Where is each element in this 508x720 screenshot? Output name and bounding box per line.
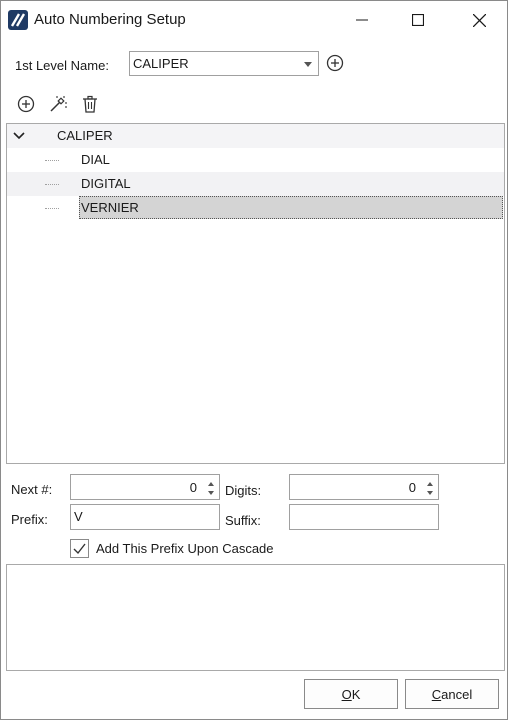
delete-node-button[interactable] xyxy=(80,94,100,114)
spin-up-icon[interactable] xyxy=(427,482,433,486)
maximize-button[interactable] xyxy=(395,1,441,39)
tree-node-caliper[interactable]: CALIPER xyxy=(7,124,504,148)
plus-circle-icon xyxy=(326,54,344,72)
level-name-value: CALIPER xyxy=(133,56,189,71)
next-number-spinner[interactable]: 0 xyxy=(70,474,220,500)
cancel-mnemonic: C xyxy=(431,686,442,702)
tree-node-label: DIAL xyxy=(81,152,110,167)
tree-connector xyxy=(45,208,59,209)
selection-highlight xyxy=(79,196,503,219)
spin-down-icon[interactable] xyxy=(208,491,214,495)
spin-up-icon[interactable] xyxy=(208,482,214,486)
tree-node-dial[interactable]: DIAL xyxy=(7,148,504,172)
cancel-button[interactable]: Cancel xyxy=(405,679,499,709)
tree-connector xyxy=(45,184,59,185)
cancel-label: ancel xyxy=(441,686,473,702)
digits-label: Digits: xyxy=(225,483,262,498)
tree-node-vernier[interactable]: VERNIER xyxy=(7,196,504,220)
title-bar: Auto Numbering Setup xyxy=(1,1,507,39)
cascade-prefix-checkbox[interactable] xyxy=(70,539,89,558)
next-number-label: Next #: xyxy=(11,482,53,497)
next-number-value: 0 xyxy=(189,480,197,495)
prefix-label: Prefix: xyxy=(11,512,48,527)
cascade-prefix-label[interactable]: Add This Prefix Upon Cascade xyxy=(96,541,274,556)
notes-area[interactable] xyxy=(6,564,505,671)
chevron-down-icon xyxy=(304,62,312,67)
level-name-label: 1st Level Name: xyxy=(15,58,109,73)
tree-node-label: CALIPER xyxy=(57,128,113,143)
digits-spinner[interactable]: 0 xyxy=(289,474,439,500)
trash-icon xyxy=(83,95,97,113)
tree-node-digital[interactable]: DIGITAL xyxy=(7,172,504,196)
add-level-button[interactable] xyxy=(325,53,345,73)
close-icon xyxy=(472,13,486,27)
tree-connector xyxy=(45,160,59,161)
ok-mnemonic: O xyxy=(341,686,352,702)
ok-button[interactable]: OK xyxy=(304,679,398,709)
auto-numbering-window: Auto Numbering Setup 1st Level Name: CAL… xyxy=(0,0,508,720)
level-name-dropdown[interactable]: CALIPER xyxy=(129,51,319,76)
prefix-input[interactable]: V xyxy=(70,504,220,530)
spin-down-icon[interactable] xyxy=(427,491,433,495)
close-button[interactable] xyxy=(456,1,502,39)
ok-label: K xyxy=(351,686,361,702)
suffix-label: Suffix: xyxy=(225,513,261,528)
window-title: Auto Numbering Setup xyxy=(34,11,186,28)
magic-wand-icon xyxy=(50,96,67,112)
tree-node-label: VERNIER xyxy=(81,200,139,215)
minimize-button[interactable] xyxy=(339,1,385,39)
tree-node-label: DIGITAL xyxy=(81,176,131,191)
app-logo-icon xyxy=(8,10,28,30)
suffix-input[interactable] xyxy=(289,504,439,530)
checkmark-icon xyxy=(73,543,86,555)
minimize-icon xyxy=(356,19,368,21)
plus-circle-icon xyxy=(17,95,35,113)
numbering-tree[interactable]: CALIPER DIAL DIGITAL VERNIER xyxy=(6,123,505,464)
auto-generate-button[interactable] xyxy=(48,94,68,114)
add-node-button[interactable] xyxy=(16,94,36,114)
maximize-icon xyxy=(412,14,424,26)
chevron-down-icon[interactable] xyxy=(13,130,25,142)
digits-value: 0 xyxy=(408,480,416,495)
prefix-value: V xyxy=(74,509,83,524)
